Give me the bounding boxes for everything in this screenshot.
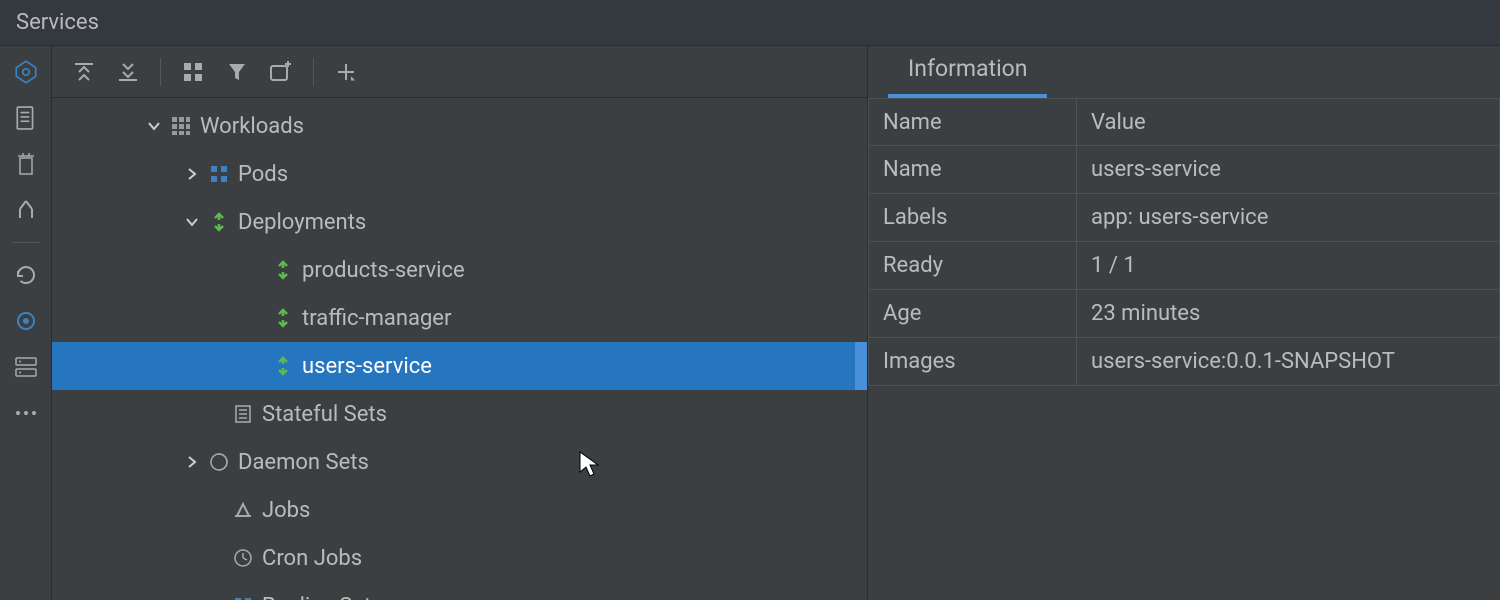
tree-node-pods[interactable]: Pods bbox=[52, 150, 867, 198]
tree: Workloads Pods Deployments products-serv… bbox=[52, 98, 867, 600]
tree-node-daemon-sets[interactable]: Daemon Sets bbox=[52, 438, 867, 486]
grid-icon[interactable] bbox=[173, 54, 213, 90]
jobs-icon bbox=[228, 500, 258, 520]
row-value: 23 minutes bbox=[1077, 290, 1499, 337]
row-value: 1 / 1 bbox=[1077, 242, 1499, 289]
info-row-ready[interactable]: Ready 1 / 1 bbox=[868, 242, 1500, 290]
tree-node-users-service[interactable]: users-service bbox=[52, 342, 867, 390]
row-key: Name bbox=[869, 146, 1077, 193]
row-key: Ready bbox=[869, 242, 1077, 289]
tree-node-traffic-manager[interactable]: traffic-manager bbox=[52, 294, 867, 342]
tree-node-stateful-sets[interactable]: Stateful Sets bbox=[52, 390, 867, 438]
main: Workloads Pods Deployments products-serv… bbox=[0, 46, 1500, 600]
tree-node-replica-sets[interactable]: Replica Sets bbox=[52, 582, 867, 600]
row-key: Age bbox=[869, 290, 1077, 337]
file-icon[interactable] bbox=[10, 102, 42, 134]
tab-information[interactable]: Information bbox=[888, 45, 1047, 98]
tree-node-cron-jobs[interactable]: Cron Jobs bbox=[52, 534, 867, 582]
chevron-down-icon[interactable] bbox=[180, 215, 204, 229]
chevron-right-icon[interactable] bbox=[180, 455, 204, 469]
sidebar-divider bbox=[12, 242, 40, 243]
open-tab-icon[interactable] bbox=[261, 54, 301, 90]
row-key: Images bbox=[869, 338, 1077, 385]
collapse-all-icon[interactable] bbox=[108, 54, 148, 90]
title-bar: Services bbox=[0, 0, 1500, 46]
refresh-icon[interactable] bbox=[10, 259, 42, 291]
node-label: Jobs bbox=[262, 498, 310, 523]
filter-icon[interactable] bbox=[217, 54, 257, 90]
add-icon[interactable] bbox=[326, 54, 366, 90]
node-label: traffic-manager bbox=[302, 306, 451, 331]
title-text: Services bbox=[16, 10, 99, 35]
deployment-icon bbox=[268, 260, 298, 280]
tree-node-products-service[interactable]: products-service bbox=[52, 246, 867, 294]
toolbar-separator bbox=[160, 58, 161, 86]
info-row-labels[interactable]: Labels app: users-service bbox=[868, 194, 1500, 242]
server-icon[interactable] bbox=[10, 351, 42, 383]
tabs: Information bbox=[868, 46, 1500, 98]
row-key: Labels bbox=[869, 194, 1077, 241]
info-row-images[interactable]: Images users-service:0.0.1-SNAPSHOT bbox=[868, 338, 1500, 386]
node-label: Deployments bbox=[238, 210, 366, 235]
header-name: Name bbox=[869, 99, 1077, 145]
info-row-name[interactable]: Name users-service bbox=[868, 146, 1500, 194]
replicaset-icon bbox=[228, 596, 258, 600]
info-row-age[interactable]: Age 23 minutes bbox=[868, 290, 1500, 338]
row-value: app: users-service bbox=[1077, 194, 1499, 241]
daemonset-icon bbox=[204, 452, 234, 472]
tree-node-jobs[interactable]: Jobs bbox=[52, 486, 867, 534]
node-label: Stateful Sets bbox=[262, 402, 387, 427]
tree-panel: Workloads Pods Deployments products-serv… bbox=[52, 46, 868, 600]
chevron-down-icon[interactable] bbox=[142, 119, 166, 133]
tree-node-workloads[interactable]: Workloads bbox=[52, 102, 867, 150]
info-panel: Information Name Value Name users-servic… bbox=[868, 46, 1500, 600]
workloads-icon bbox=[166, 116, 196, 136]
header-value: Value bbox=[1077, 99, 1499, 145]
deployment-icon bbox=[268, 356, 298, 376]
chevron-right-icon[interactable] bbox=[180, 167, 204, 181]
cronjobs-icon bbox=[228, 548, 258, 568]
node-label: Cron Jobs bbox=[262, 546, 362, 571]
expand-all-icon[interactable] bbox=[64, 54, 104, 90]
deployment-icon bbox=[268, 308, 298, 328]
content: Workloads Pods Deployments products-serv… bbox=[52, 46, 1500, 600]
more-icon[interactable] bbox=[10, 397, 42, 429]
branch-icon[interactable] bbox=[10, 194, 42, 226]
tree-node-deployments[interactable]: Deployments bbox=[52, 198, 867, 246]
toolbar bbox=[52, 46, 867, 98]
target-icon[interactable] bbox=[10, 305, 42, 337]
info-table-header: Name Value bbox=[868, 98, 1500, 146]
info-table: Name Value Name users-service Labels app… bbox=[868, 98, 1500, 600]
node-label: products-service bbox=[302, 258, 465, 283]
node-label: Replica Sets bbox=[262, 594, 383, 600]
node-label: Daemon Sets bbox=[238, 450, 369, 475]
kubernetes-icon[interactable] bbox=[10, 56, 42, 88]
pods-icon bbox=[204, 164, 234, 184]
row-value: users-service:0.0.1-SNAPSHOT bbox=[1077, 338, 1499, 385]
node-label: Pods bbox=[238, 162, 288, 187]
deployment-icon bbox=[204, 212, 234, 232]
trash-icon[interactable] bbox=[10, 148, 42, 180]
node-label: Workloads bbox=[200, 114, 304, 139]
node-label: users-service bbox=[302, 354, 432, 379]
selection-marker bbox=[855, 342, 867, 390]
toolbar-separator bbox=[313, 58, 314, 86]
sidebar bbox=[0, 46, 52, 600]
row-value: users-service bbox=[1077, 146, 1499, 193]
statefulset-icon bbox=[228, 404, 258, 424]
